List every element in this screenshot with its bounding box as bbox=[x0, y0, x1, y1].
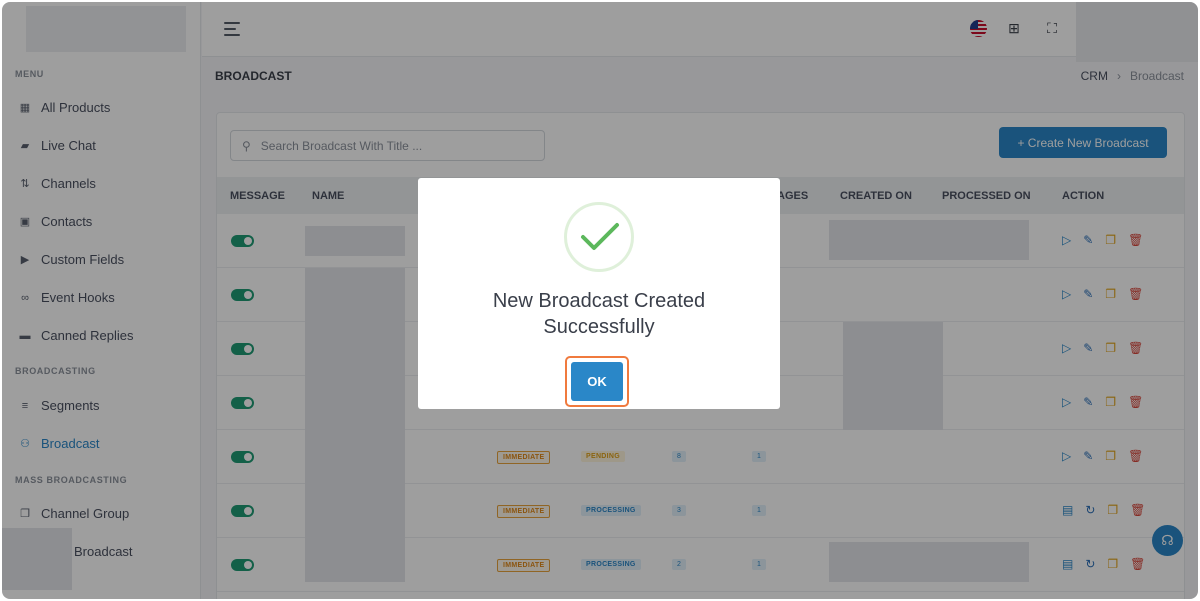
success-check-icon bbox=[564, 202, 634, 272]
success-dialog: New Broadcast Created Successfully OK bbox=[418, 178, 780, 409]
ok-button[interactable]: OK bbox=[571, 362, 623, 401]
dialog-title: New Broadcast Created Successfully bbox=[492, 290, 706, 338]
ok-focus-ring: OK bbox=[565, 356, 629, 407]
app-window: MENU ▦ All Products ▰ Live Chat ⇅ Channe… bbox=[2, 2, 1198, 599]
